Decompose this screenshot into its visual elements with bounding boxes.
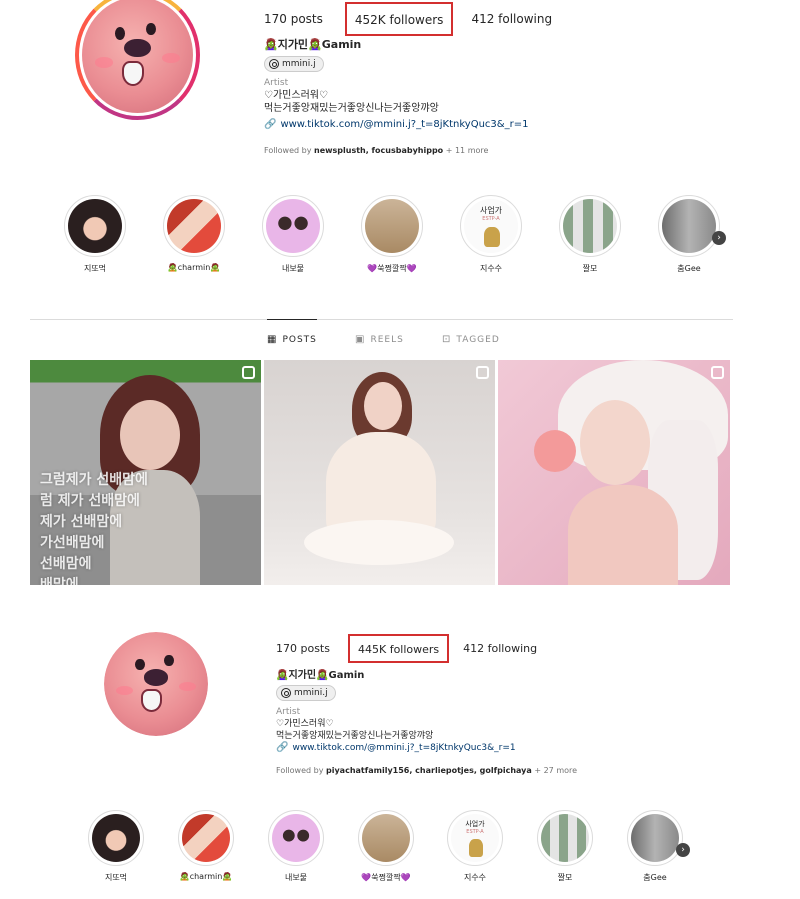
carousel-icon [711, 366, 724, 379]
following-count[interactable]: 412 following [463, 638, 537, 667]
threads-icon [281, 688, 291, 698]
profile-display-name: 🧟‍♀️지가민🧟‍♀️Gamin [276, 670, 365, 681]
highlight-label: 짤모 [557, 873, 573, 882]
tagged-icon: ⊡ [442, 334, 452, 345]
highlight-cover-sub: ESTP-A [482, 216, 500, 222]
chevron-right-icon[interactable]: › [712, 231, 726, 245]
post-tile[interactable] [498, 360, 730, 585]
profile-category: Artist [276, 707, 301, 717]
highlight-item[interactable]: 💜쑥쩡깔짝💜 [361, 195, 423, 274]
highlight-label: 🧟charmin🧟 [179, 872, 233, 881]
reels-icon: ▣ [355, 334, 366, 345]
profile-avatar[interactable] [75, 0, 200, 120]
chevron-right-icon[interactable]: › [676, 843, 690, 857]
carousel-icon [476, 366, 489, 379]
reel-icon [242, 366, 255, 379]
highlight-label: 지또먹 [83, 264, 107, 273]
threads-badge[interactable]: mmini.j [264, 56, 324, 72]
bio-line-1: ♡가민스러워♡ [264, 90, 328, 101]
profile-tabs: ▦ POSTS ▣ REELS ⊡ TAGGED [30, 319, 733, 345]
following-count[interactable]: 412 following [471, 8, 552, 42]
highlight-label: 내보물 [281, 264, 305, 273]
threads-handle: mmini.j [282, 59, 316, 69]
profile-avatar[interactable] [104, 632, 208, 736]
highlight-item[interactable]: 짤모 [537, 810, 593, 883]
profile-category: Artist [264, 78, 289, 88]
bio-link-text[interactable]: www.tiktok.com/@mmini.j?_t=8jKtnkyQuc3&_… [280, 119, 528, 130]
reel-overlay-text: 그럼제가 선배맘에 럼 제가 선배맘에 제가 선배맘에 가선배맘에 선배맘에 배… [40, 472, 148, 585]
post-tile[interactable] [264, 360, 495, 585]
highlight-label: 💜쑥쩡깔짝💜 [367, 264, 417, 273]
highlight-cover-sub: ESTP-A [466, 829, 484, 835]
followers-count[interactable]: 452K followers [344, 2, 454, 36]
highlight-label: 💜쑥쩡깔짝💜 [361, 873, 411, 882]
highlight-item[interactable]: 💜쑥쩡깔짝💜 [358, 810, 414, 883]
bio-line-2: 먹는거좋앙재밌는거좋앙신나는거좋앙꺄앙 [276, 731, 434, 741]
bio-line-2: 먹는거좋앙재밌는거좋앙신나는거좋앙꺄앙 [264, 103, 439, 114]
highlight-item[interactable]: 사업가 ESTP-A 지수수 [460, 195, 522, 274]
highlight-item[interactable]: 사업가 ESTP-A 지수수 [447, 810, 503, 883]
highlight-item[interactable]: 춤Gee [627, 810, 683, 883]
post-tile[interactable]: 그럼제가 선배맘에 럼 제가 선배맘에 제가 선배맘에 가선배맘에 선배맘에 배… [30, 360, 261, 585]
bio-line-1: ♡가민스러워♡ [276, 719, 334, 729]
highlight-item[interactable]: 춤Gee [658, 195, 720, 274]
highlight-label: 짤모 [582, 264, 598, 273]
link-icon: 🔗 [264, 119, 277, 130]
highlight-cover-text: 사업가 [479, 206, 503, 215]
highlight-label: 춤Gee [643, 873, 667, 882]
highlight-item[interactable]: 내보물 [262, 195, 324, 274]
avatar-character-image [82, 0, 193, 113]
story-highlights-bottom: 지또먹 🧟charmin🧟 내보물 💜쑥쩡깔짝💜 사업가 ESTP-A 지수수 … [0, 810, 800, 895]
followers-count[interactable]: 445K followers [347, 634, 450, 663]
tab-posts[interactable]: ▦ POSTS [267, 319, 317, 345]
tab-tagged[interactable]: ⊡ TAGGED [442, 334, 500, 345]
followed-by[interactable]: Followed by piyachatfamily156, charliepo… [276, 766, 577, 775]
highlight-item[interactable]: 지또먹 [88, 810, 144, 883]
highlight-item[interactable]: 지또먹 [64, 195, 126, 274]
highlight-item[interactable]: 🧟charmin🧟 [178, 810, 234, 881]
threads-badge[interactable]: mmini.j [276, 685, 336, 701]
highlight-label: 춤Gee [677, 264, 701, 273]
posts-count: 170 posts [276, 642, 330, 655]
link-icon: 🔗 [276, 742, 289, 753]
highlight-item[interactable]: 내보물 [268, 810, 324, 883]
highlight-label: 지또먹 [104, 873, 128, 882]
bio-link-text[interactable]: www.tiktok.com/@mmini.j?_t=8jKtnkyQuc3&_… [292, 743, 515, 753]
profile-header-top: 170 posts 452K followers 412 following 🧟… [0, 0, 800, 175]
highlight-label: 지수수 [463, 873, 487, 882]
highlight-item[interactable]: 🧟charmin🧟 [163, 195, 225, 272]
highlight-cover-text: 사업가 [465, 820, 485, 828]
highlight-label: 내보물 [284, 873, 308, 882]
grid-icon: ▦ [267, 334, 278, 345]
profile-display-name: 🧟‍♀️지가민🧟‍♀️Gamin [264, 38, 362, 51]
tab-reels[interactable]: ▣ REELS [355, 334, 404, 345]
profile-header-bottom: 170 posts 445K followers 412 following 🧟… [0, 612, 800, 777]
threads-icon [269, 59, 279, 69]
highlight-item[interactable]: 짤모 [559, 195, 621, 274]
story-highlights-top: 지또먹 🧟charmin🧟 내보물 💜쑥쩡깔짝💜 사업가 ESTP-A 지수수 … [0, 195, 800, 285]
bio-link[interactable]: 🔗 www.tiktok.com/@mmini.j?_t=8jKtnkyQuc3… [264, 119, 528, 130]
threads-handle: mmini.j [294, 688, 328, 698]
bio-link[interactable]: 🔗 www.tiktok.com/@mmini.j?_t=8jKtnkyQuc3… [276, 742, 516, 753]
highlight-label: 🧟charmin🧟 [167, 263, 221, 272]
followed-by[interactable]: Followed by newsplusth, focusbabyhippo +… [264, 146, 488, 155]
highlight-label: 지수수 [479, 264, 503, 273]
avatar-character-image [104, 632, 208, 736]
